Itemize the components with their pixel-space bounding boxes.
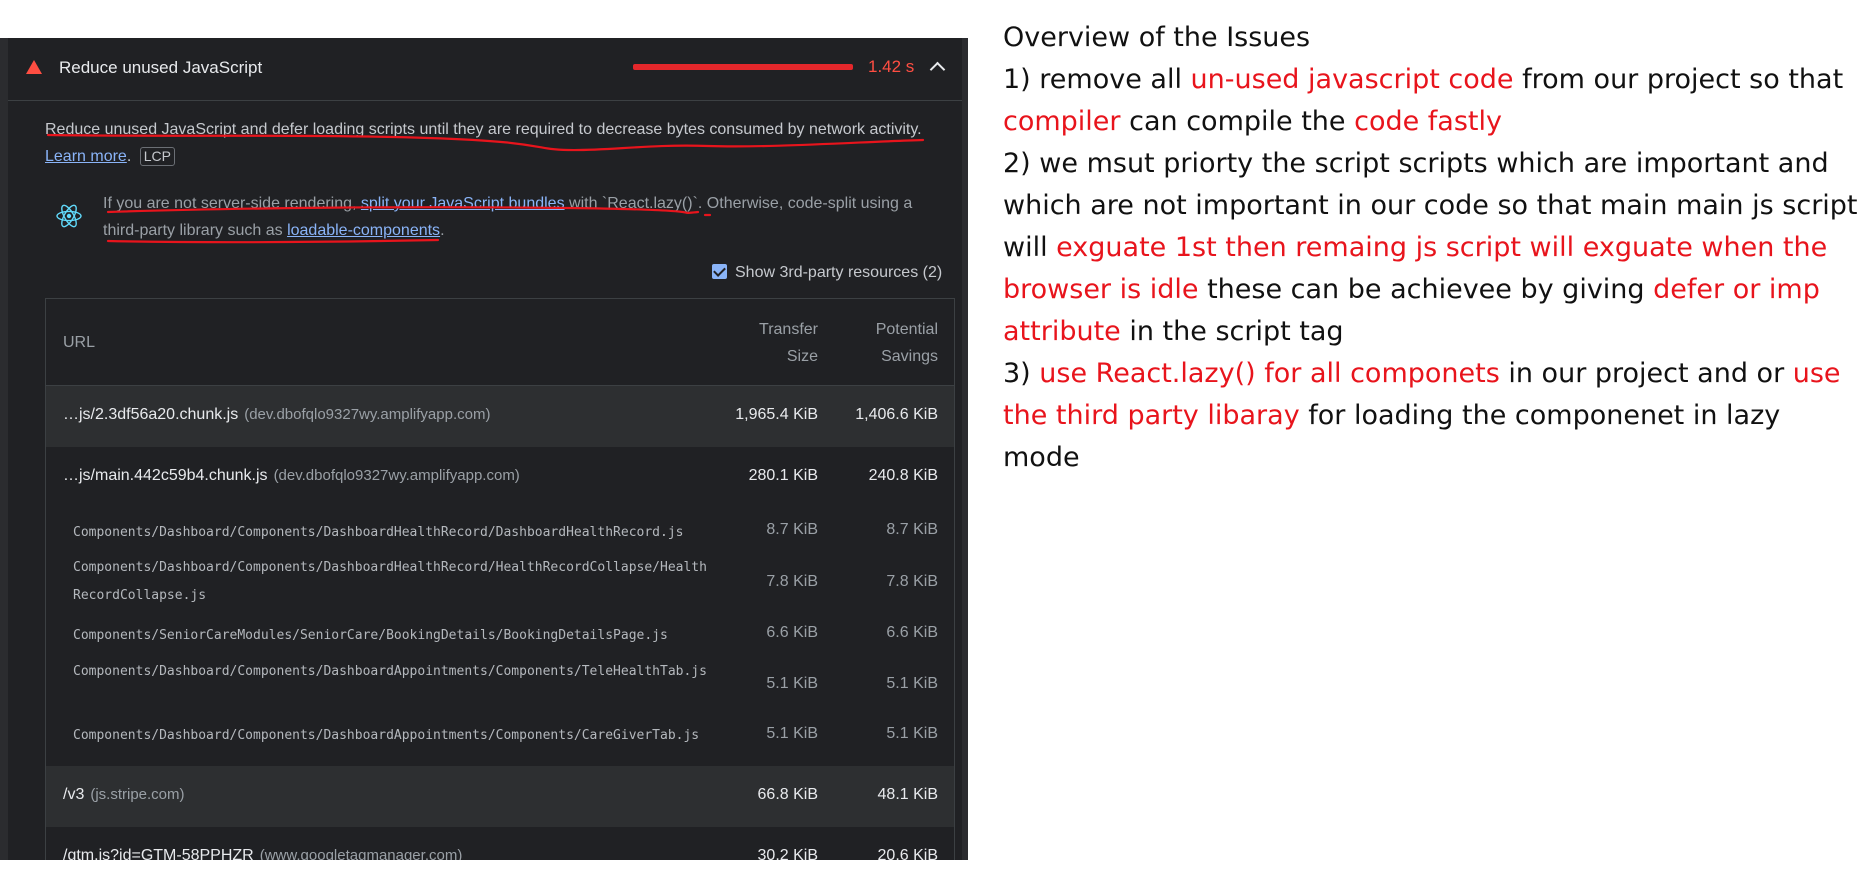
loadable-components-link[interactable]: loadable-components xyxy=(287,222,440,239)
row-host: (www.googletagmanager.com) xyxy=(259,847,463,860)
subitem-transfer-size: 5.1 KiB xyxy=(766,675,818,692)
lcp-badge: LCP xyxy=(139,147,175,166)
table-row[interactable]: /v3 (js.stripe.com) 66.8 KiB 48.1 KiB xyxy=(46,766,954,827)
table-subitem-row: Components/Dashboard/Components/Dashboar… xyxy=(46,714,954,766)
react-tip: If you are not server-side rendering, sp… xyxy=(103,195,913,239)
row-url[interactable]: /gtm.js?id=GTM-58PPHZR xyxy=(63,847,254,860)
table-header: URL Transfer Size Potential Savings xyxy=(46,299,954,386)
row-transfer-size: 280.1 KiB xyxy=(748,467,818,484)
subitem-path: Components/Dashboard/Components/Dashboar… xyxy=(73,664,707,679)
row-url[interactable]: /v3 xyxy=(63,786,84,803)
subitem-transfer-size: 8.7 KiB xyxy=(766,521,818,538)
split-bundles-link[interactable]: split your JavaScript bundles xyxy=(361,195,565,212)
subitem-potential-savings: 5.1 KiB xyxy=(886,725,938,742)
row-potential-savings: 1,406.6 KiB xyxy=(855,406,938,423)
row-potential-savings: 48.1 KiB xyxy=(877,786,938,803)
row-host: (js.stripe.com) xyxy=(90,786,185,803)
row-host: (dev.dbofqlo9327wy.amplifyapp.com) xyxy=(273,467,520,484)
subitem-path: Components/SeniorCareModules/SeniorCare/… xyxy=(73,628,668,643)
show-third-party-label: Show 3rd-party resources (2) xyxy=(735,264,943,281)
column-header-transfer-size[interactable]: Transfer Size xyxy=(728,316,818,370)
notes-heading: Overview of the Issues xyxy=(1003,22,1311,53)
subitem-potential-savings: 6.6 KiB xyxy=(886,624,938,641)
table-subitem-row: Components/Dashboard/Components/Dashboar… xyxy=(46,662,954,714)
warning-triangle-icon xyxy=(26,60,42,74)
row-potential-savings: 240.8 KiB xyxy=(868,467,938,484)
learn-more-link[interactable]: Learn more xyxy=(45,148,127,165)
row-potential-savings: 20.6 KiB xyxy=(877,847,938,860)
show-third-party-toggle[interactable]: Show 3rd-party resources (2) xyxy=(712,264,942,282)
audit-description: Reduce unused JavaScript and defer loadi… xyxy=(45,121,922,166)
table-row[interactable]: …js/2.3df56a20.chunk.js (dev.dbofqlo9327w… xyxy=(46,386,954,447)
metric-bar xyxy=(633,64,853,70)
react-icon xyxy=(56,204,82,228)
column-header-potential-savings[interactable]: Potential Savings xyxy=(848,316,938,370)
row-transfer-size: 1,965.4 KiB xyxy=(735,406,818,423)
note-3: 3) use React.lazy() for all componets in… xyxy=(1003,358,1841,473)
subitem-path: Components/Dashboard/Components/Dashboar… xyxy=(73,525,684,540)
chevron-up-icon[interactable] xyxy=(929,61,946,78)
show-third-party-checkbox[interactable] xyxy=(712,264,727,279)
table-row[interactable]: …js/main.442c59b4.chunk.js (dev.dbofqlo93… xyxy=(46,447,954,508)
subitem-path: Components/Dashboard/Components/Dashboar… xyxy=(73,728,700,743)
lighthouse-audit-panel: Reduce unused JavaScript 1.42 s Reduce u… xyxy=(0,38,968,860)
row-transfer-size: 66.8 KiB xyxy=(757,786,818,803)
subitem-transfer-size: 6.6 KiB xyxy=(766,624,818,641)
subitem-potential-savings: 5.1 KiB xyxy=(886,675,938,692)
row-url[interactable]: …js/2.3df56a20.chunk.js xyxy=(63,406,238,423)
row-transfer-size: 30.2 KiB xyxy=(757,847,818,860)
table-row[interactable]: /gtm.js?id=GTM-58PPHZR (www.googletagmana… xyxy=(46,827,954,860)
note-2: 2) we msut priorty the script scripts wh… xyxy=(1003,148,1858,347)
resources-table: URL Transfer Size Potential Savings …js/… xyxy=(45,298,955,860)
subitem-transfer-size: 5.1 KiB xyxy=(766,725,818,742)
issues-overview-notes: Overview of the Issues 1) remove all un-… xyxy=(1003,17,1863,479)
audit-header[interactable]: Reduce unused JavaScript 1.42 s xyxy=(8,38,962,101)
subitem-transfer-size: 7.8 KiB xyxy=(766,573,818,590)
table-subitem-row: Components/Dashboard/Components/Dashboar… xyxy=(46,558,954,610)
metric-value: 1.42 s xyxy=(868,57,915,76)
subitem-potential-savings: 8.7 KiB xyxy=(886,521,938,538)
audit-title: Reduce unused JavaScript xyxy=(59,58,263,77)
description-text: Reduce unused JavaScript and defer loadi… xyxy=(45,121,922,138)
subitem-potential-savings: 7.8 KiB xyxy=(886,573,938,590)
subitem-path: Components/Dashboard/Components/Dashboar… xyxy=(73,560,707,603)
table-subitem-row: Components/SeniorCareModules/SeniorCare/… xyxy=(46,610,954,662)
row-host: (dev.dbofqlo9327wy.amplifyapp.com) xyxy=(244,406,491,423)
column-header-url[interactable]: URL xyxy=(63,329,95,356)
note-1: 1) remove all un-used javascript code fr… xyxy=(1003,64,1844,137)
table-subitem-row: Components/Dashboard/Components/Dashboar… xyxy=(46,508,954,558)
row-url[interactable]: …js/main.442c59b4.chunk.js xyxy=(63,467,268,484)
